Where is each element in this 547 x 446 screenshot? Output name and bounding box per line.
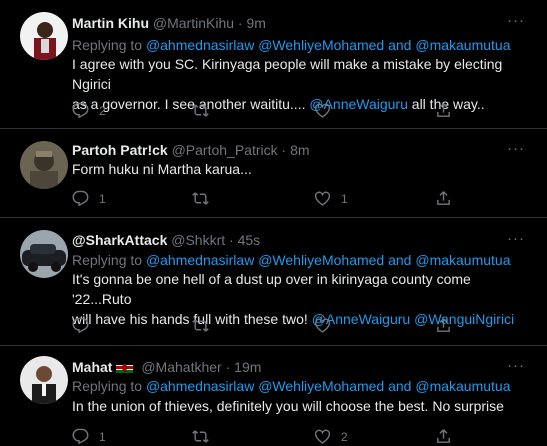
reply-icon: [72, 190, 89, 207]
retweet-button[interactable]: [192, 190, 219, 207]
timestamp[interactable]: 8m: [290, 142, 309, 158]
replying-and: and: [384, 378, 416, 394]
share-button[interactable]: [435, 428, 452, 445]
replying-user[interactable]: @makaumutua: [415, 37, 510, 53]
replying-to: Replying to @ahmednasirlaw @WehliyeMoham…: [72, 251, 511, 269]
replying-user[interactable]: @WehliyeMohamed: [258, 252, 384, 268]
replying-user[interactable]: @WehliyeMohamed: [258, 37, 384, 53]
mention-link[interactable]: @WanguiNgirici: [414, 311, 514, 327]
retweet-button[interactable]: [192, 317, 219, 334]
replying-and: and: [384, 37, 416, 53]
share-icon: [437, 103, 450, 117]
author-name[interactable]: @SharkAttack: [72, 232, 167, 248]
share-button[interactable]: [435, 190, 452, 207]
timestamp[interactable]: 9m: [246, 15, 265, 31]
like-button[interactable]: 2: [314, 428, 348, 445]
tweet-text: In the union of thieves, definitely you …: [72, 396, 527, 416]
avatar[interactable]: [20, 141, 68, 189]
reply-count: 2: [99, 103, 106, 118]
like-button[interactable]: [314, 102, 341, 119]
like-button[interactable]: [314, 317, 341, 334]
heart-icon: [314, 429, 331, 444]
replying-to: Replying to @ahmednasirlaw @WehliyeMoham…: [72, 377, 511, 395]
tweet-text: It's gonna be one hell of a dust up over…: [72, 269, 527, 329]
tweet-header: @SharkAttack @Shkkrt · 45s: [72, 231, 260, 249]
reply-button[interactable]: 2: [72, 102, 106, 119]
reply-count: 1: [99, 429, 106, 444]
more-options-icon[interactable]: ···: [507, 12, 525, 29]
reply-count: 1: [99, 191, 106, 206]
reply-button[interactable]: [72, 317, 99, 334]
replying-user[interactable]: @ahmednasirlaw: [146, 252, 254, 268]
replying-prefix: Replying to: [72, 252, 146, 268]
reply-button[interactable]: 1: [72, 428, 106, 445]
replying-user[interactable]: @makaumutua: [415, 252, 510, 268]
retweet-icon: [192, 192, 209, 205]
tweet-header: Partoh Patr!ck @Partoh_Patrick · 8m: [72, 141, 310, 159]
author-name[interactable]: Martin Kihu: [72, 15, 149, 31]
more-options-icon[interactable]: ···: [507, 140, 525, 157]
heart-icon: [314, 318, 331, 333]
share-icon: [437, 191, 450, 205]
text-line: I agree with you SC. Kirinyaga people wi…: [72, 56, 503, 92]
replying-prefix: Replying to: [72, 378, 146, 394]
retweet-icon: [192, 430, 209, 443]
replying-user[interactable]: @ahmednasirlaw: [146, 37, 254, 53]
text-line: It's gonna be one hell of a dust up over…: [72, 271, 471, 307]
more-options-icon[interactable]: ···: [507, 230, 525, 247]
reply-icon: [72, 428, 89, 445]
tweet[interactable]: Partoh Patr!ck @Partoh_Patrick · 8m ··· …: [0, 129, 547, 217]
like-count: 2: [341, 429, 348, 444]
replying-user[interactable]: @ahmednasirlaw: [146, 378, 254, 394]
separator: ·: [277, 142, 291, 158]
share-icon: [437, 318, 450, 332]
reply-icon: [72, 317, 89, 334]
author-name[interactable]: Mahat: [72, 359, 112, 375]
share-icon: [437, 429, 450, 443]
separator: ·: [234, 15, 247, 31]
tweet-header: Mahat @Mahatkher · 19m: [72, 358, 261, 376]
author-handle[interactable]: @Mahatkher: [141, 359, 221, 375]
avatar[interactable]: [20, 356, 68, 404]
tweet[interactable]: @SharkAttack @Shkkrt · 45s ··· Replying …: [0, 218, 547, 345]
replying-and: and: [384, 252, 416, 268]
heart-icon: [314, 191, 331, 206]
reply-icon: [72, 102, 89, 119]
avatar[interactable]: [20, 12, 68, 60]
replying-to: Replying to @ahmednasirlaw @WehliyeMoham…: [72, 36, 511, 54]
like-button[interactable]: 1: [314, 190, 348, 207]
retweet-icon: [192, 104, 209, 117]
text-line: Form huku ni Martha karua...: [72, 161, 252, 177]
retweet-button[interactable]: [192, 428, 219, 445]
timestamp[interactable]: 19m: [234, 359, 261, 375]
avatar[interactable]: [20, 230, 68, 278]
tweet[interactable]: Martin Kihu @MartinKihu · 9m ··· Replyin…: [0, 0, 547, 128]
separator: ·: [221, 359, 235, 375]
heart-icon: [314, 103, 331, 118]
text-line: In the union of thieves, definitely you …: [72, 398, 504, 414]
text-line: as a governor. I see another waititu....: [72, 96, 310, 112]
author-name[interactable]: Partoh Patr!ck: [72, 142, 168, 158]
like-count: 1: [341, 191, 348, 206]
tweet-text: I agree with you SC. Kirinyaga people wi…: [72, 54, 527, 114]
replying-user[interactable]: @makaumutua: [415, 378, 510, 394]
tweet-header: Martin Kihu @MartinKihu · 9m: [72, 14, 266, 32]
more-options-icon[interactable]: ···: [507, 357, 525, 374]
share-button[interactable]: [435, 317, 452, 334]
replying-user[interactable]: @WehliyeMohamed: [258, 378, 384, 394]
tweet[interactable]: Mahat @Mahatkher · 19m ··· Replying to @…: [0, 346, 547, 445]
author-handle[interactable]: @Shkkrt: [171, 232, 225, 248]
author-handle[interactable]: @MartinKihu: [153, 15, 234, 31]
reply-button[interactable]: 1: [72, 190, 106, 207]
author-handle[interactable]: @Partoh_Patrick: [172, 142, 278, 158]
share-button[interactable]: [435, 102, 452, 119]
replying-prefix: Replying to: [72, 37, 146, 53]
retweet-button[interactable]: [192, 102, 219, 119]
tweet-text: Form huku ni Martha karua...: [72, 159, 527, 179]
separator: ·: [225, 232, 238, 248]
retweet-icon: [192, 319, 209, 332]
timestamp[interactable]: 45s: [238, 232, 261, 248]
kenya-flag-icon: [116, 362, 134, 373]
